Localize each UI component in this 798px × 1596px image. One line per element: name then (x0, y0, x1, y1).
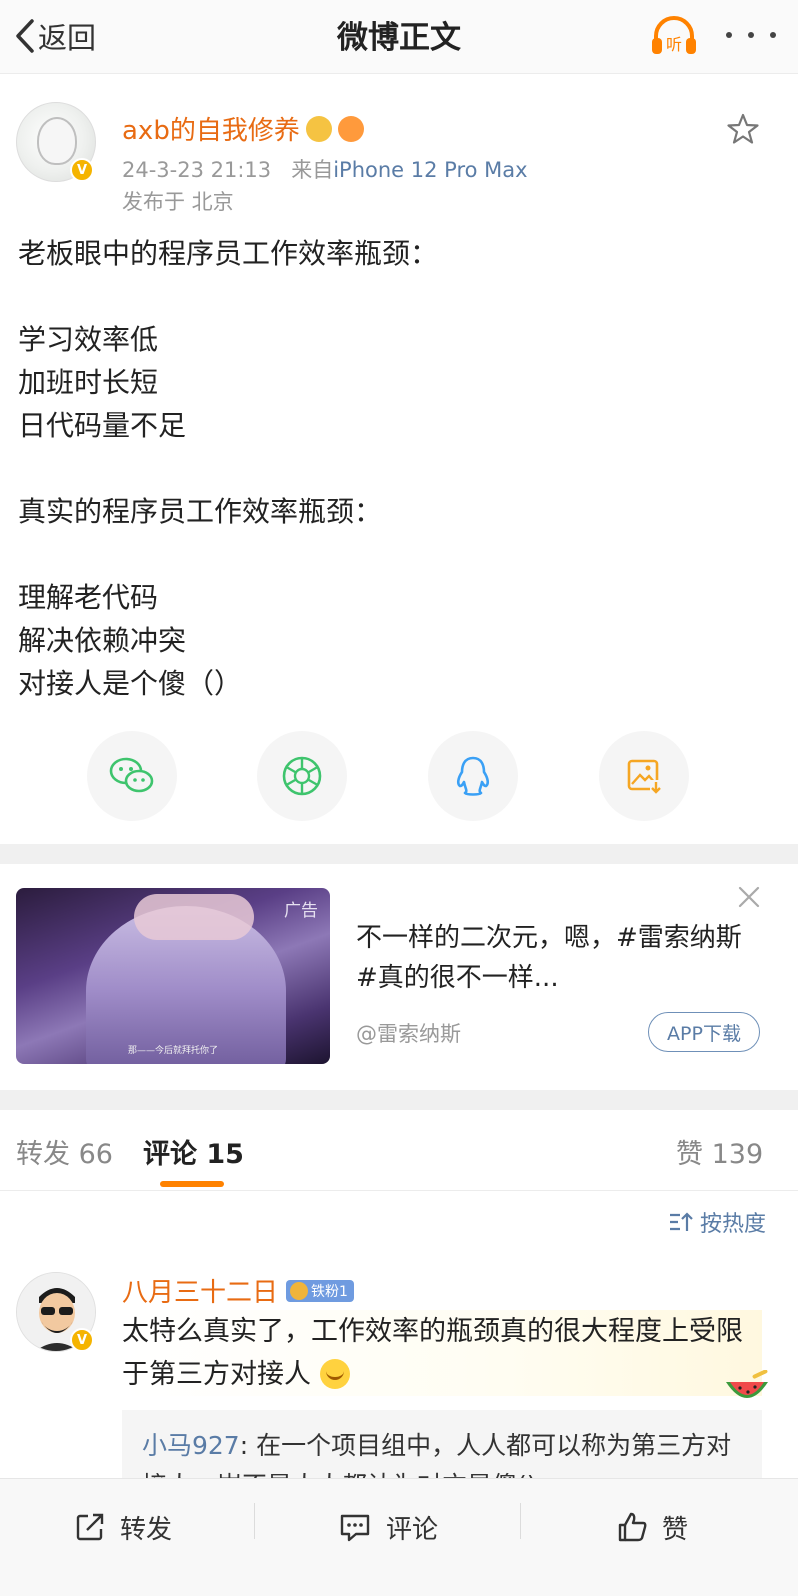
post-line: 日代码量不足 (18, 409, 187, 442)
reply-username[interactable]: 小马927 (142, 1431, 240, 1460)
watermelon-sticker-icon (724, 1369, 770, 1408)
tab-likes[interactable]: 赞 139 (676, 1132, 763, 1171)
share-wechat-button[interactable] (87, 731, 177, 821)
ad-image[interactable]: 广告 那——今后就拜托你了 (16, 888, 330, 1064)
post-line: 理解老代码 (18, 581, 159, 614)
qq-icon (456, 756, 490, 796)
ad-subtitle: 那——今后就拜托你了 (127, 1046, 218, 1056)
post-timestamp: 24-3-23 21:13 (122, 158, 272, 182)
repost-label: 转发 (120, 1514, 173, 1545)
post-line (18, 447, 778, 490)
bottom-divider (520, 1503, 521, 1539)
tabs-divider (0, 1190, 798, 1191)
comment-text[interactable]: 太特么真实了，工作效率的瓶颈真的很大程度上受限于第三方对接人 (122, 1310, 762, 1396)
post-line (18, 275, 778, 318)
crown-icon (290, 1281, 309, 1300)
ad-close-button[interactable] (736, 884, 762, 910)
moments-icon (282, 756, 322, 796)
tab-reposts[interactable]: 转发 66 (16, 1132, 113, 1171)
share-save-image-button[interactable] (599, 731, 689, 821)
like-label: 赞 (662, 1514, 689, 1545)
post-line: 学习效率低 (18, 323, 159, 356)
close-icon (738, 886, 760, 908)
verified-badge-icon: V (70, 1328, 94, 1352)
bottom-divider (254, 1503, 255, 1539)
headphones-icon: 听 (652, 16, 696, 54)
commenter-name[interactable]: 八月三十二日 铁粉1 (122, 1272, 354, 1309)
post-device[interactable]: iPhone 12 Pro Max (333, 158, 527, 182)
post-line (18, 533, 778, 576)
post-line: 老板眼中的程序员工作效率瓶颈： (18, 237, 439, 270)
ad-label: 广告 (284, 901, 318, 921)
top-navigation-bar: 返回 微博正文 听 (0, 0, 798, 74)
app-download-button[interactable]: APP下载 (648, 1012, 760, 1052)
active-tab-indicator (160, 1181, 224, 1187)
section-divider (0, 1090, 798, 1110)
fan-badge-label: 铁粉1 (311, 1283, 348, 1300)
repost-icon (76, 1513, 104, 1541)
verified-badge-icon: V (70, 158, 94, 182)
post-line: 解决依赖冲突 (18, 624, 187, 657)
author-name[interactable]: axb的自我修养 (122, 110, 364, 147)
save-image-icon (627, 759, 662, 794)
post-source-prefix: 来自 (291, 158, 334, 182)
fish-badge-icon (337, 115, 364, 142)
post-line: 对接人是个傻（） (18, 667, 243, 700)
comment-label: 评论 (386, 1514, 439, 1545)
author-name-text: axb的自我修养 (122, 116, 300, 146)
post-location: 发布于 北京 (122, 190, 234, 214)
wechat-icon (109, 757, 154, 793)
star-icon (727, 113, 759, 144)
post-line: 真实的程序员工作效率瓶颈： (18, 495, 383, 528)
comment-icon (340, 1514, 370, 1542)
more-dot-icon (770, 32, 776, 38)
listen-label: 听 (666, 35, 682, 54)
tab-comments[interactable]: 评论 15 (143, 1132, 244, 1171)
post-content: 老板眼中的程序员工作效率瓶颈： 学习效率低 加班时长短 日代码量不足 真实的程序… (18, 232, 778, 705)
fan-badge: 铁粉1 (286, 1279, 354, 1302)
bottom-action-bar: 转发 评论 赞 (0, 1478, 798, 1596)
share-moments-button[interactable] (257, 731, 347, 821)
commenter-name-text: 八月三十二日 (122, 1278, 279, 1308)
sort-by-hot-button[interactable]: 按热度 (668, 1206, 766, 1238)
repost-button[interactable]: 转发 (74, 1507, 172, 1547)
ad-handle[interactable]: @雷索纳斯 (356, 1018, 461, 1048)
more-dot-icon (748, 32, 754, 38)
avatar-image (37, 117, 77, 165)
like-button[interactable]: 赞 (616, 1507, 688, 1547)
comment-button[interactable]: 评论 (338, 1507, 438, 1547)
sort-label: 按热度 (700, 1212, 767, 1237)
listen-button[interactable]: 听 (650, 12, 698, 58)
ad-artwork-hand (134, 894, 254, 940)
thumbs-up-icon (618, 1512, 647, 1542)
favorite-button[interactable] (726, 112, 760, 146)
sort-icon (670, 1212, 693, 1231)
ad-text[interactable]: 不一样的二次元，嗯，#雷索纳斯#真的很不一样... (356, 918, 756, 998)
comment-text-body: 太特么真实了，工作效率的瓶颈真的很大程度上受限于第三方对接人 (122, 1316, 743, 1390)
more-dot-icon (726, 32, 732, 38)
post-line: 加班时长短 (18, 366, 159, 399)
crown-badge-icon (305, 115, 332, 142)
share-qq-button[interactable] (428, 731, 518, 821)
laughing-emoji-icon (319, 1359, 350, 1389)
section-divider (0, 844, 798, 864)
post-meta: 24-3-23 21:13 来自iPhone 12 Pro Max (122, 154, 528, 184)
more-options-button[interactable] (726, 22, 776, 48)
